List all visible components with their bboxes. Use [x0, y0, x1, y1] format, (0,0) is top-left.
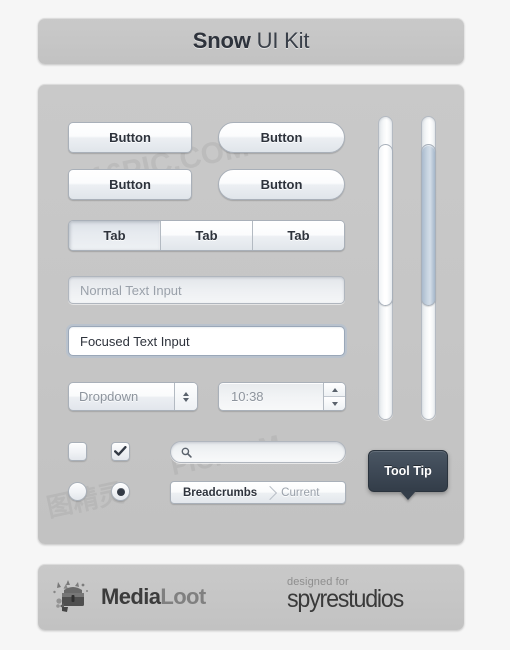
radio-dot-icon [116, 487, 125, 496]
chevron-down-icon [331, 401, 338, 406]
checkbox-checked[interactable] [111, 442, 130, 461]
button-rect-normal[interactable]: Button [68, 122, 192, 153]
check-icon [114, 446, 127, 456]
button-label: Button [260, 130, 303, 145]
medialoot-part2: Loot [160, 584, 206, 609]
medialoot-part1: Media [101, 584, 161, 609]
slider-left-thumb[interactable] [378, 144, 393, 306]
treasure-chest-icon [53, 580, 88, 612]
dropdown-select[interactable]: Dropdown [68, 382, 198, 411]
checkbox-unchecked[interactable] [68, 442, 87, 461]
spyrestudios-name: spyrestudios [287, 585, 404, 613]
tab-group: Tab Tab Tab [68, 220, 345, 251]
page-title: Snow UI Kit [38, 18, 464, 64]
time-step-up-button[interactable] [324, 383, 345, 397]
chevron-up-icon [331, 387, 338, 392]
page-title-light: UI Kit [256, 28, 310, 53]
chevron-down-icon [183, 397, 189, 402]
radio-unselected[interactable] [68, 482, 87, 501]
search-input[interactable] [170, 441, 346, 463]
tooltip-arrow-icon [400, 491, 416, 500]
medialoot-wordmark: MediaLoot [101, 584, 206, 610]
focused-text-input-value: Focused Text Input [80, 333, 190, 349]
medialoot-logo: MediaLoot [52, 578, 206, 616]
normal-text-input-placeholder: Normal Text Input [80, 282, 182, 298]
search-icon [181, 447, 192, 458]
tab-1[interactable]: Tab [69, 221, 161, 250]
focused-text-input[interactable]: Focused Text Input [68, 326, 345, 356]
time-spinner-value: 10:38 [231, 389, 264, 404]
tab-label: Tab [103, 228, 126, 243]
button-label: Button [260, 177, 303, 192]
dropdown-stepper[interactable] [174, 383, 197, 410]
tooltip: Tool Tip [368, 450, 448, 500]
slider-right-track[interactable] [421, 116, 436, 420]
breadcrumb: Breadcrumbs Current [170, 481, 346, 504]
radio-selected[interactable] [111, 482, 130, 501]
time-spinner-stepper [323, 383, 345, 410]
tab-3[interactable]: Tab [253, 221, 344, 250]
ui-kit-stage: Snow UI Kit 616PIC.COM PIC.COM 图精灵 Butto… [0, 0, 510, 650]
slider-right-thumb[interactable] [421, 144, 436, 306]
time-spinner[interactable]: 10:38 [218, 382, 346, 411]
tab-label: Tab [287, 228, 310, 243]
time-step-down-button[interactable] [324, 397, 345, 410]
chevron-right-icon [265, 482, 277, 503]
button-pill-secondary[interactable]: Button [218, 169, 345, 200]
spyrestudios-logo: designed for spyrestudios [287, 576, 447, 614]
button-label: Button [109, 177, 151, 192]
button-pill-normal[interactable]: Button [218, 122, 345, 153]
button-label: Button [109, 130, 151, 145]
dropdown-label: Dropdown [79, 389, 139, 404]
tab-label: Tab [195, 228, 218, 243]
chevron-up-icon [183, 391, 189, 396]
tooltip-label: Tool Tip [384, 464, 432, 478]
button-rect-secondary[interactable]: Button [68, 169, 192, 200]
page-title-strong: Snow [192, 28, 251, 53]
breadcrumb-item-root[interactable]: Breadcrumbs [171, 487, 257, 499]
header-panel: Snow UI Kit [38, 18, 464, 64]
breadcrumb-item-current[interactable]: Current [281, 487, 319, 499]
slider-left-track[interactable] [378, 116, 393, 420]
tab-2[interactable]: Tab [161, 221, 253, 250]
normal-text-input[interactable]: Normal Text Input [68, 276, 345, 304]
